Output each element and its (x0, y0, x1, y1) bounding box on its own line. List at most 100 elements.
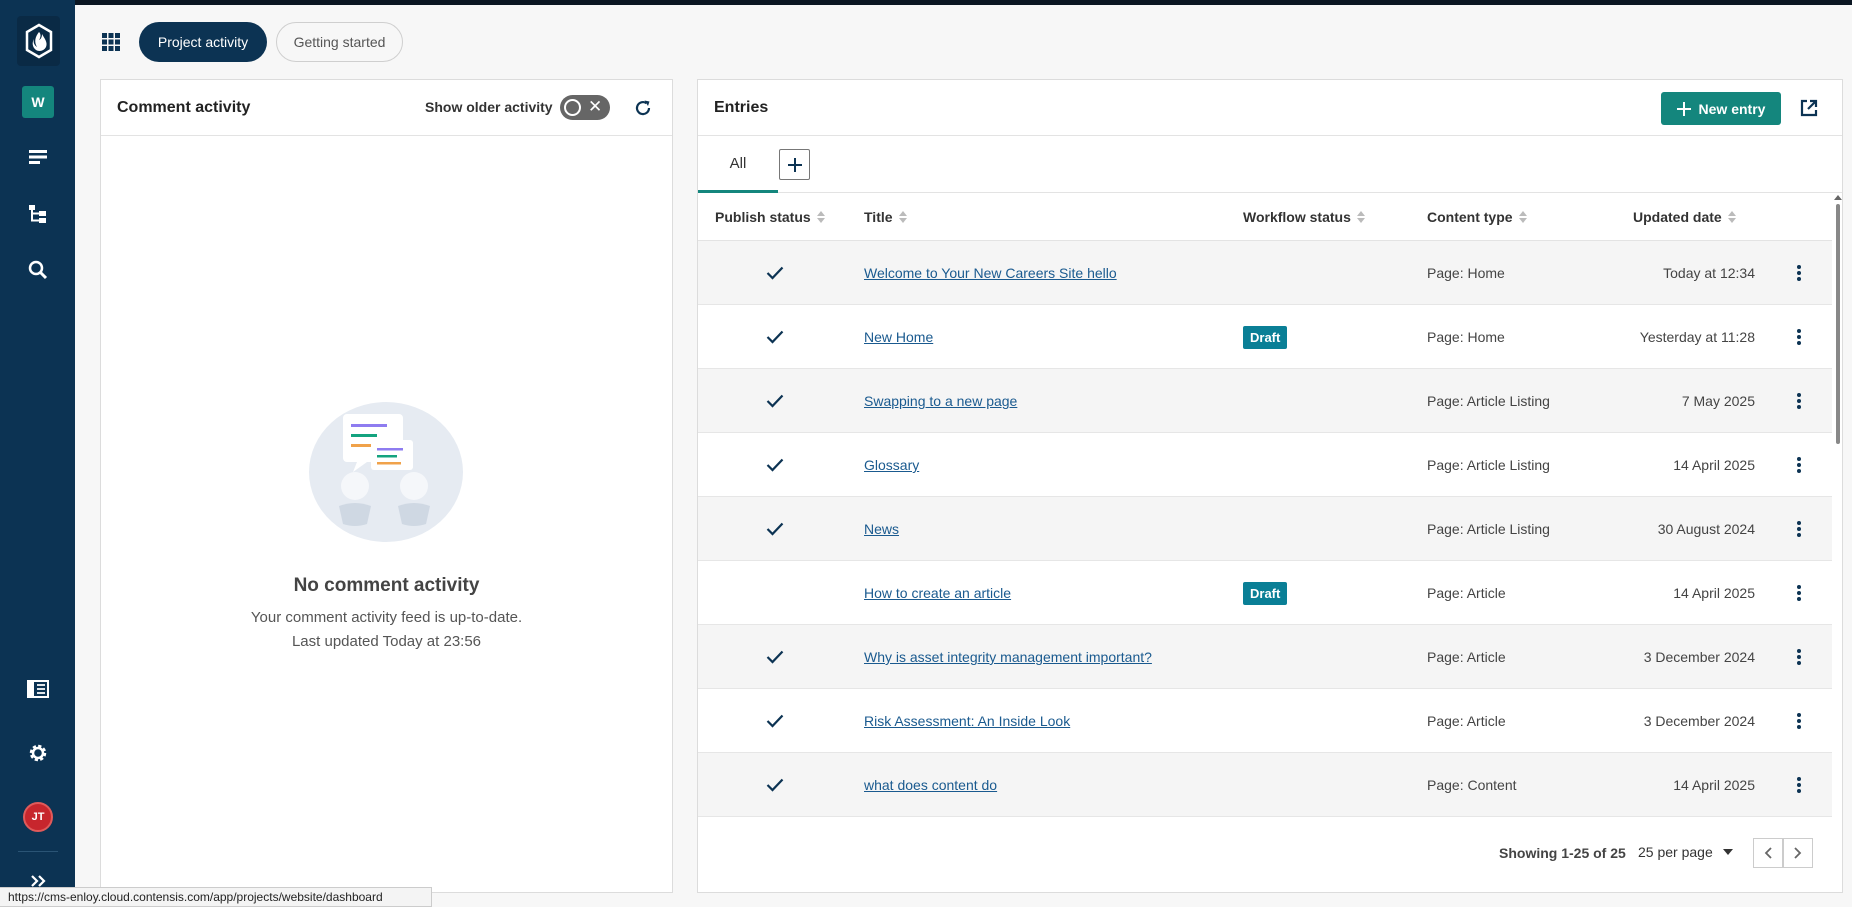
content-type-cell: Page: Article Listing (1427, 457, 1550, 473)
last-updated-text: Last updated Today at 23:56 (291, 633, 482, 650)
window-top-bar (0, 0, 1852, 5)
open-external-icon[interactable] (1796, 95, 1822, 121)
entry-title-link[interactable]: News (864, 521, 899, 537)
chevron-right-icon (1794, 847, 1802, 859)
title-cell: Glossary (864, 433, 919, 497)
workspace-badge[interactable]: W (22, 86, 54, 118)
tab-all[interactable]: All (698, 136, 778, 193)
publish-status-cell (766, 497, 784, 561)
sidebar: W JT (0, 0, 75, 907)
entry-title-link[interactable]: New Home (864, 329, 933, 345)
row-actions-icon[interactable] (1791, 497, 1807, 561)
column-publish-status[interactable]: Publish status (715, 194, 825, 240)
new-entry-button[interactable]: New entry (1661, 92, 1781, 125)
column-label: Publish status (715, 209, 811, 225)
show-older-toggle[interactable]: ✕ (560, 95, 610, 120)
row-actions-icon[interactable] (1791, 625, 1807, 689)
workflow-status-cell: Draft (1243, 305, 1288, 369)
table-row[interactable]: Glossary Page: Article Listing 14 April 20… (698, 433, 1832, 497)
title-cell: Swapping to a new page (864, 369, 1017, 433)
title-cell: what does content do (864, 753, 997, 817)
chevron-left-icon (1764, 847, 1772, 859)
entry-title-link[interactable]: Risk Assessment: An Inside Look (864, 713, 1070, 729)
published-check-icon (766, 522, 784, 536)
table-scrollbar[interactable] (1834, 194, 1842, 834)
comment-activity-panel: Comment activity Show older activity ✕ N… (100, 79, 673, 893)
column-title[interactable]: Title (864, 194, 907, 240)
row-actions-icon[interactable] (1791, 433, 1807, 497)
entry-title-link[interactable]: what does content do (864, 777, 997, 793)
row-actions-icon[interactable] (1791, 241, 1807, 305)
table-row[interactable]: Why is asset integrity management import… (698, 625, 1832, 689)
row-actions-icon[interactable] (1791, 753, 1807, 817)
table-row[interactable]: News Page: Article Listing 30 August 2024 (698, 497, 1832, 561)
entries-panel-title: Entries (714, 98, 769, 116)
entries-table: Publish status Title Workflow status Con… (698, 194, 1832, 827)
next-page-button[interactable] (1783, 838, 1813, 868)
content-icon[interactable] (22, 141, 54, 173)
show-older-label: Show older activity (425, 99, 553, 115)
row-actions-icon[interactable] (1791, 369, 1807, 433)
content-type-cell: Page: Home (1427, 265, 1505, 281)
table-row[interactable]: Risk Assessment: An Inside Look Page: Art… (698, 689, 1832, 753)
column-workflow-status[interactable]: Workflow status (1243, 194, 1365, 240)
table-row[interactable]: New Home Draft Page: Home Yesterday at 11:2… (698, 305, 1832, 369)
updated-date-cell: 7 May 2025 (1681, 393, 1755, 409)
published-check-icon (766, 266, 784, 280)
row-actions-icon[interactable] (1791, 561, 1807, 625)
new-entry-label: New entry (1698, 100, 1766, 117)
tab-getting-started[interactable]: Getting started (276, 22, 403, 62)
title-cell: News (864, 497, 899, 561)
published-check-icon (766, 650, 784, 664)
sidebar-divider (18, 851, 58, 852)
prev-page-button[interactable] (1753, 838, 1783, 868)
updated-date-cell: 14 April 2025 (1673, 457, 1755, 473)
column-updated-date[interactable]: Updated date (1633, 194, 1736, 240)
entry-tabs: All (698, 136, 1842, 193)
column-label: Title (864, 209, 893, 225)
per-page-select[interactable]: 25 per page (1638, 844, 1733, 860)
plus-icon (1676, 101, 1691, 116)
table-row[interactable]: Welcome to Your New Careers Site hello Pa… (698, 241, 1832, 305)
logo-icon[interactable] (17, 16, 60, 66)
scrollbar-thumb[interactable] (1836, 204, 1840, 444)
entry-title-link[interactable]: Welcome to Your New Careers Site hello (864, 265, 1117, 281)
updated-date-cell: Today at 12:34 (1663, 265, 1755, 281)
showing-count: Showing 1-25 of 25 (1499, 845, 1626, 861)
row-actions-icon[interactable] (1791, 689, 1807, 753)
workflow-status-cell: Draft (1243, 561, 1288, 625)
comment-panel-header: Comment activity Show older activity ✕ (101, 80, 672, 136)
updated-date-cell: 3 December 2024 (1643, 649, 1755, 665)
title-cell: How to create an article (864, 561, 1011, 625)
empty-comments-illustration (309, 402, 463, 542)
site-structure-icon[interactable] (22, 198, 54, 230)
comment-panel-title: Comment activity (117, 98, 251, 116)
entry-title-link[interactable]: Swapping to a new page (864, 393, 1017, 409)
apps-grid-icon[interactable] (101, 32, 123, 54)
search-icon[interactable] (22, 254, 54, 286)
refresh-icon[interactable] (630, 95, 656, 121)
settings-icon[interactable] (22, 737, 54, 769)
publish-status-cell (766, 305, 784, 369)
empty-comments-text: Your comment activity feed is up-to-date… (250, 609, 523, 626)
tab-project-activity[interactable]: Project activity (139, 22, 267, 62)
table-row[interactable]: How to create an article Draft Page: Artic… (698, 561, 1832, 625)
updated-date-cell: 14 April 2025 (1673, 777, 1755, 793)
docs-icon[interactable] (22, 673, 54, 705)
row-actions-icon[interactable] (1791, 305, 1807, 369)
sort-icon (816, 211, 825, 223)
entry-title-link[interactable]: Glossary (864, 457, 919, 473)
published-check-icon (766, 330, 784, 344)
pagination-bar: Showing 1-25 of 25 25 per page (698, 825, 1842, 892)
add-tab-button[interactable] (779, 149, 810, 180)
published-check-icon (766, 714, 784, 728)
entry-title-link[interactable]: Why is asset integrity management import… (864, 649, 1152, 665)
table-row[interactable]: what does content do Page: Content 14 Apri… (698, 753, 1832, 817)
user-avatar[interactable]: JT (23, 802, 53, 832)
publish-status-cell (766, 625, 784, 689)
publish-status-cell (766, 433, 784, 497)
column-content-type[interactable]: Content type (1427, 194, 1527, 240)
entry-title-link[interactable]: How to create an article (864, 585, 1011, 601)
content-type-cell: Page: Article (1427, 649, 1506, 665)
table-row[interactable]: Swapping to a new page Page: Article List… (698, 369, 1832, 433)
